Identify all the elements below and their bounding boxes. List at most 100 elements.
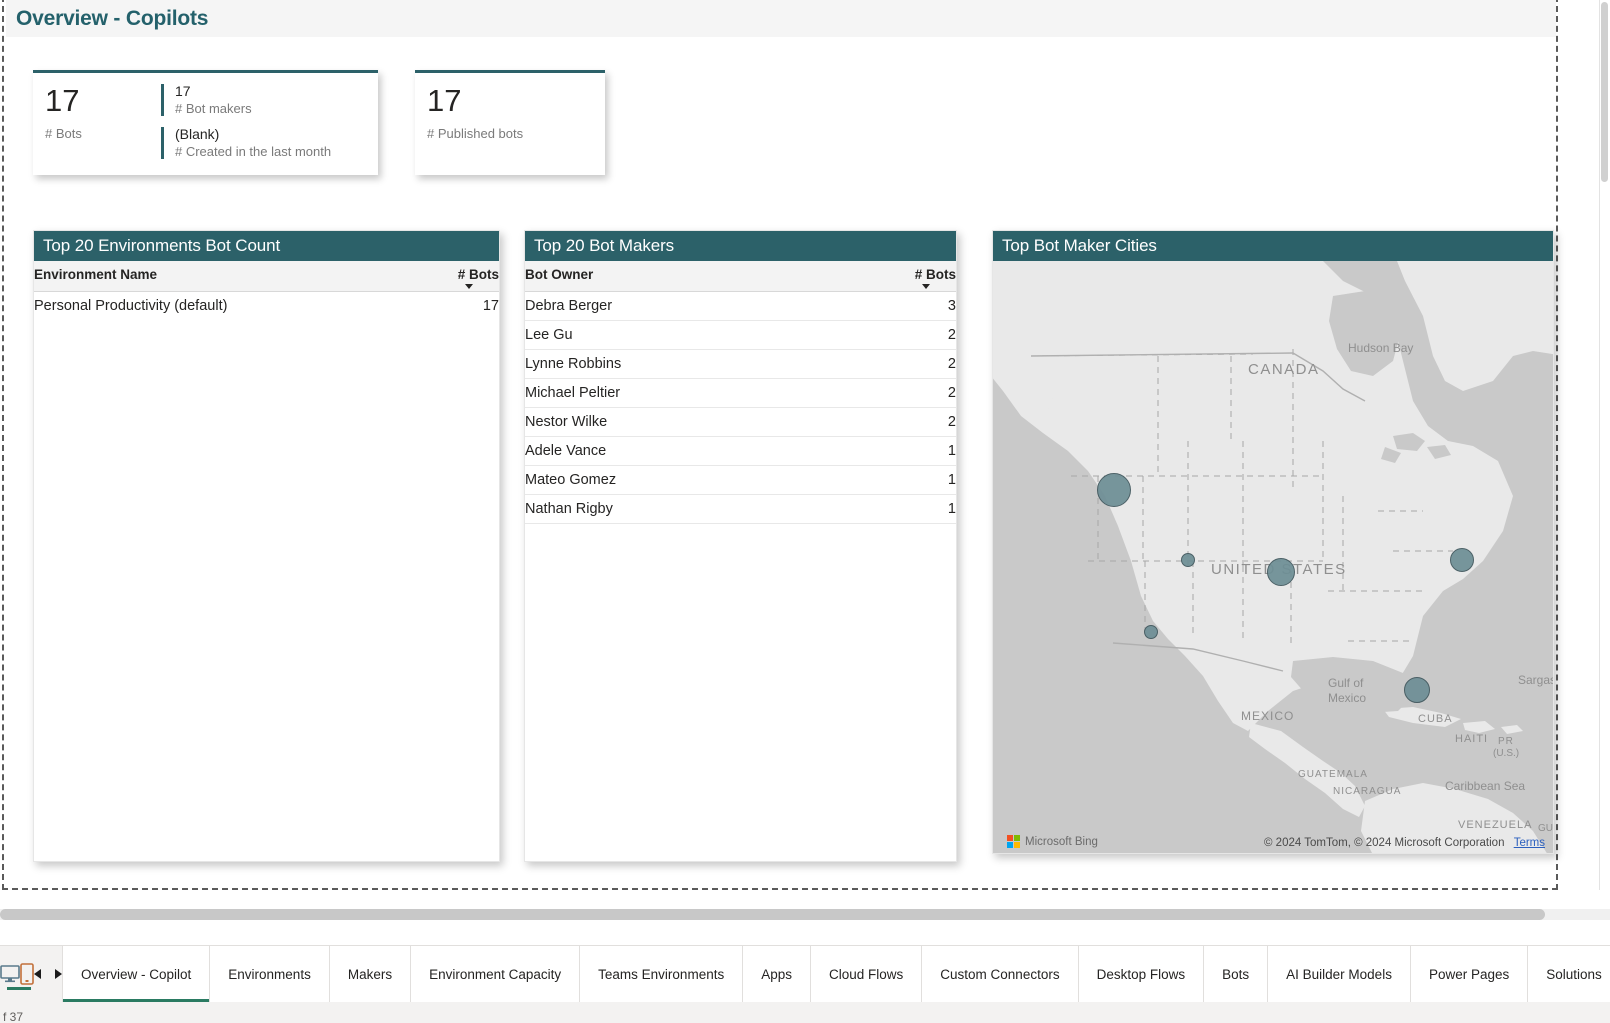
cell-environment-name: Personal Productivity (default) xyxy=(34,298,228,314)
visual-title-environments: Top 20 Environments Bot Count xyxy=(34,231,499,261)
map-attribution: © 2024 TomTom, © 2024 Microsoft Corporat… xyxy=(1264,837,1545,849)
status-bar-text: f 37 xyxy=(3,1009,24,1023)
report-canvas: Overview - Copilots 17 # Bots 17 # Bot m… xyxy=(0,0,1610,1023)
column-header-bots-label: # Bots xyxy=(457,267,499,282)
visual-title-map: Top Bot Maker Cities xyxy=(993,231,1553,261)
map-bubble-kansas[interactable] xyxy=(1267,558,1295,586)
cell-bot-owner-count: 2 xyxy=(740,349,956,379)
map-bubble-seattle[interactable] xyxy=(1097,473,1131,507)
mobile-view-button[interactable] xyxy=(20,946,34,1002)
tab-custom-connectors[interactable]: Custom Connectors xyxy=(922,946,1079,1002)
tab-ai-builder-models[interactable]: AI Builder Models xyxy=(1268,946,1411,1002)
cell-bot-owner: Nestor Wilke xyxy=(525,407,741,437)
kpi-label-created-last-month: # Created in the last month xyxy=(175,144,332,159)
column-header-bots-count[interactable]: # Bots xyxy=(740,261,956,292)
kpi-card-published-bots[interactable]: 17 # Published bots xyxy=(415,70,605,175)
kpi-label-bots: # Bots xyxy=(45,126,82,141)
sort-descending-icon xyxy=(922,284,930,289)
cell-bot-owner-count: 2 xyxy=(740,407,956,437)
tab-previous-arrow-icon[interactable] xyxy=(34,969,41,979)
map-bubble-miami[interactable] xyxy=(1404,677,1430,703)
desktop-view-button[interactable] xyxy=(0,946,31,1002)
tab-power-pages[interactable]: Power Pages xyxy=(1410,946,1529,1002)
kpi-primary-bots: 17 # Bots xyxy=(33,73,161,175)
kpi-secondary-bot-makers: 17 # Bot makers xyxy=(161,83,378,117)
map-canvas[interactable]: CANADA Hudson Bay UNITED STATES MEXICO Gulf … xyxy=(993,261,1553,854)
microsoft-logo-icon xyxy=(1007,835,1020,848)
horizontal-scrollbar-thumb[interactable] xyxy=(0,909,1545,920)
table-header-row: Bot Owner # Bots xyxy=(525,261,956,292)
page-title: Overview - Copilots xyxy=(16,6,209,30)
bing-logo-label: Microsoft Bing xyxy=(1025,835,1098,848)
cell-environment-bots: 17 xyxy=(482,298,499,314)
table-row[interactable]: Nathan Rigby 1 xyxy=(525,494,956,524)
map-bubble-san-diego[interactable] xyxy=(1144,625,1158,639)
map-attribution-text: © 2024 TomTom, © 2024 Microsoft Corporat… xyxy=(1264,837,1505,849)
map-bubble-salt-lake[interactable] xyxy=(1181,553,1195,567)
table-row[interactable]: Adele Vance 1 xyxy=(525,436,956,466)
table-bot-makers: Bot Owner # Bots Debra Berger 3 Lee Gu 2 Lyn… xyxy=(525,261,956,524)
table-row[interactable]: Lee Gu 2 xyxy=(525,320,956,350)
cell-bot-owner-count: 3 xyxy=(740,291,956,321)
tab-cloud-flows[interactable]: Cloud Flows xyxy=(811,946,923,1002)
page-header: Overview - Copilots xyxy=(6,0,1556,37)
tab-environment-capacity[interactable]: Environment Capacity xyxy=(411,946,581,1002)
cell-bot-owner: Michael Peltier xyxy=(525,378,741,408)
column-header-bots-count[interactable]: # Bots xyxy=(266,261,499,292)
column-header-bot-owner[interactable]: Bot Owner xyxy=(525,261,741,292)
mobile-view-icon xyxy=(20,963,34,985)
kpi-value-created-last-month: (Blank) xyxy=(175,126,220,142)
tab-next-arrow-icon[interactable] xyxy=(55,969,62,979)
visual-title-bot-makers: Top 20 Bot Makers xyxy=(525,231,956,261)
tab-teams-environments[interactable]: Teams Environments xyxy=(580,946,744,1002)
cell-bot-owner: Lee Gu xyxy=(525,320,741,350)
kpi-value-bot-makers: 17 xyxy=(175,83,191,99)
tab-bots[interactable]: Bots xyxy=(1204,946,1269,1002)
visual-top-environments-bot-count[interactable]: Top 20 Environments Bot Count Environmen… xyxy=(33,230,500,862)
tab-makers[interactable]: Makers xyxy=(329,946,412,1002)
kpi-card-bots[interactable]: 17 # Bots 17 # Bot makers (Blank) # Crea… xyxy=(33,70,378,175)
horizontal-scrollbar[interactable] xyxy=(0,909,1610,920)
kpi-label-published-bots: # Published bots xyxy=(427,126,524,141)
table-environments: Environment Name # Bots Personal Product… xyxy=(34,261,499,320)
kpi-secondary-created-last-month: (Blank) # Created in the last month xyxy=(161,126,378,160)
page-tabstrip[interactable]: Overview - Copilot Environments Makers Envi… xyxy=(0,945,1610,1002)
kpi-label-bot-makers: # Bot makers xyxy=(175,101,252,116)
vertical-scrollbar-thumb[interactable] xyxy=(1601,2,1608,182)
cell-bot-owner-count: 2 xyxy=(740,320,956,350)
status-bar: f 37 xyxy=(0,1002,1610,1023)
table-body-environments: Personal Productivity (default) 17 xyxy=(34,292,499,321)
tab-environments[interactable]: Environments xyxy=(210,946,330,1002)
column-header-bots-label: # Bots xyxy=(914,267,956,282)
desktop-view-icon xyxy=(0,965,20,983)
table-row[interactable]: Personal Productivity (default) 17 xyxy=(34,292,499,321)
table-row[interactable]: Debra Berger 3 xyxy=(525,291,956,321)
table-row[interactable]: Nestor Wilke 2 xyxy=(525,407,956,437)
visual-top-bot-maker-cities[interactable]: Top Bot Maker Cities CANADA Hudson Bay U… xyxy=(992,230,1554,854)
table-row[interactable]: Lynne Robbins 2 xyxy=(525,349,956,379)
microsoft-bing-logo: Microsoft Bing xyxy=(1007,835,1098,848)
tab-navigation-arrows[interactable] xyxy=(34,946,62,1002)
table-row[interactable]: Mateo Gomez 1 xyxy=(525,465,956,495)
map-bubble-east-coast[interactable] xyxy=(1450,548,1474,572)
visual-top-bot-makers[interactable]: Top 20 Bot Makers Bot Owner # Bots Debra… xyxy=(524,230,957,862)
cell-bot-owner: Nathan Rigby xyxy=(525,494,741,524)
tab-apps[interactable]: Apps xyxy=(743,946,811,1002)
map-label-colombia: COLOMBIA xyxy=(1433,853,1499,854)
column-header-environment-name[interactable]: Environment Name xyxy=(34,261,267,292)
kpi-value-published-bots: 17 xyxy=(427,83,462,118)
map-terms-link[interactable]: Terms xyxy=(1514,837,1545,849)
tab-overview-copilot[interactable]: Overview - Copilot xyxy=(62,946,211,1002)
cell-bot-owner-count: 1 xyxy=(740,465,956,495)
kpi-value-bots: 17 xyxy=(45,83,80,118)
table-row[interactable]: Michael Peltier 2 xyxy=(525,378,956,408)
tab-desktop-flows[interactable]: Desktop Flows xyxy=(1078,946,1205,1002)
kpi-secondary-group: 17 # Bot makers (Blank) # Created in the… xyxy=(161,73,378,175)
tab-solutions[interactable]: Solutions xyxy=(1528,946,1610,1002)
cell-bot-owner: Lynne Robbins xyxy=(525,349,741,379)
tabs-container: Overview - Copilot Environments Makers Envi… xyxy=(62,946,1610,1002)
cell-bot-owner: Debra Berger xyxy=(525,291,741,321)
cell-bot-owner: Adele Vance xyxy=(525,436,741,466)
vertical-scrollbar[interactable] xyxy=(1599,0,1610,890)
cell-bot-owner-count: 1 xyxy=(740,436,956,466)
